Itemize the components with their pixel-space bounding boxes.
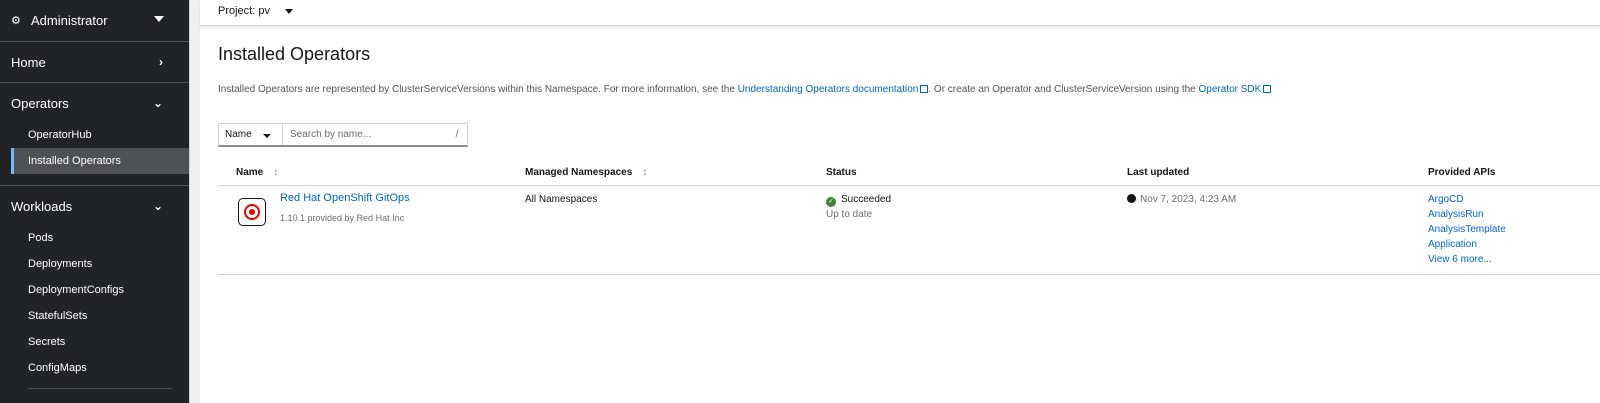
nav-divider [28, 388, 172, 389]
check-circle-icon: ✓ [826, 197, 836, 207]
api-link-analysisrun[interactable]: AnalysisRun [1428, 209, 1484, 220]
perspective-switcher[interactable]: ⚙ Administrator [0, 0, 189, 42]
nav-item-pods[interactable]: Pods [28, 232, 53, 244]
nav-item-label: Installed Operators [28, 155, 121, 167]
filter-type-dropdown[interactable]: Name [219, 124, 283, 145]
keyboard-shortcut-hint: / [455, 129, 459, 140]
link-label: Understanding Operators documentation [737, 84, 919, 95]
nav-item-operatorhub[interactable]: OperatorHub [28, 129, 92, 141]
caret-down-icon[interactable] [285, 9, 293, 14]
chevron-down-icon: ⌄ [152, 96, 163, 110]
nav-section-workloads[interactable]: Workloads ⌄ [0, 186, 189, 226]
nav-item-statefulsets[interactable]: StatefulSets [28, 310, 87, 322]
api-link-analysistemplate[interactable]: AnalysisTemplate [1428, 224, 1506, 235]
filter-type-label: Name [225, 129, 252, 140]
chevron-down-icon: ⌄ [152, 199, 163, 213]
nav-item-deploymentconfigs[interactable]: DeploymentConfigs [28, 284, 124, 296]
caret-down-icon [154, 16, 164, 22]
nav-item-secrets[interactable]: Secrets [28, 336, 65, 348]
nav-section-operators[interactable]: Operators ⌄ [0, 83, 189, 123]
cogs-icon: ⚙ [11, 15, 21, 27]
chevron-right-icon: › [159, 55, 163, 69]
column-header-status: Status [826, 167, 857, 178]
column-header-provided-apis: Provided APIs [1428, 167, 1496, 178]
project-bar: Project: pv [200, 0, 1600, 26]
nav-section-home[interactable]: Home › [0, 42, 189, 82]
nav-section-label: Workloads [11, 198, 73, 214]
column-header-name[interactable]: Name ↕ [236, 167, 278, 178]
table-row: Red Hat OpenShift GitOps 1.10.1 provided… [218, 186, 1600, 275]
table-header: Name ↕ Managed Namespaces ↕ Status Last up… [218, 158, 1600, 186]
sidebar-nav: ⚙ Administrator Home › Operators ⌄ Opera… [0, 0, 189, 403]
status-label: Succeeded [841, 194, 892, 205]
nav-item-installed-operators[interactable]: Installed Operators [11, 148, 189, 174]
column-header-managed-namespaces[interactable]: Managed Namespaces ↕ [525, 167, 647, 178]
status-detail: Up to date [826, 209, 873, 220]
description-text: Installed Operators are represented by C… [218, 84, 735, 95]
operator-sdk-link[interactable]: Operator SDK [1199, 84, 1272, 95]
column-header-last-updated: Last updated [1127, 167, 1190, 178]
search-input[interactable] [283, 124, 447, 145]
external-link-icon [920, 85, 929, 93]
operator-version: 1.10.1 provided by Red Hat Inc [280, 213, 405, 223]
sort-icon[interactable]: ↕ [273, 167, 278, 178]
link-label: Operator SDK [1198, 84, 1262, 95]
managed-namespaces: All Namespaces [525, 194, 598, 205]
perspective-label: Administrator [31, 13, 108, 28]
page-title: Installed Operators [218, 44, 371, 64]
column-label: Managed Namespaces [525, 167, 633, 178]
api-link-argocd[interactable]: ArgoCD [1428, 194, 1464, 205]
filter-toolbar: Name / [218, 123, 468, 147]
project-selector[interactable]: Project: pv [218, 5, 270, 17]
sort-icon[interactable]: ↕ [642, 167, 647, 178]
column-label: Name [236, 167, 264, 178]
globe-icon [1127, 194, 1136, 203]
view-more-apis-link[interactable]: View 6 more... [1428, 254, 1492, 265]
understanding-operators-link[interactable]: Understanding Operators documentation [738, 84, 929, 95]
last-updated: Nov 7, 2023, 4:23 AM [1127, 194, 1236, 205]
timestamp: Nov 7, 2023, 4:23 AM [1140, 194, 1237, 205]
api-link-application[interactable]: Application [1428, 239, 1477, 250]
nav-item-configmaps[interactable]: ConfigMaps [28, 362, 87, 374]
nav-item-deployments[interactable]: Deployments [28, 258, 92, 270]
sidebar-scrollbar[interactable] [189, 0, 200, 403]
external-link-icon [1263, 85, 1272, 93]
description-text: . Or create an Operator and ClusterServi… [928, 84, 1196, 95]
operator-name-link[interactable]: Red Hat OpenShift GitOps [280, 192, 410, 204]
status: ✓ Succeeded [826, 194, 891, 207]
gitops-operator-logo [238, 198, 266, 226]
nav-section-label: Operators [11, 95, 69, 111]
nav-section-label: Home [11, 54, 46, 70]
caret-down-icon [263, 134, 271, 138]
page-description: Installed Operators are represented by C… [218, 84, 1272, 95]
